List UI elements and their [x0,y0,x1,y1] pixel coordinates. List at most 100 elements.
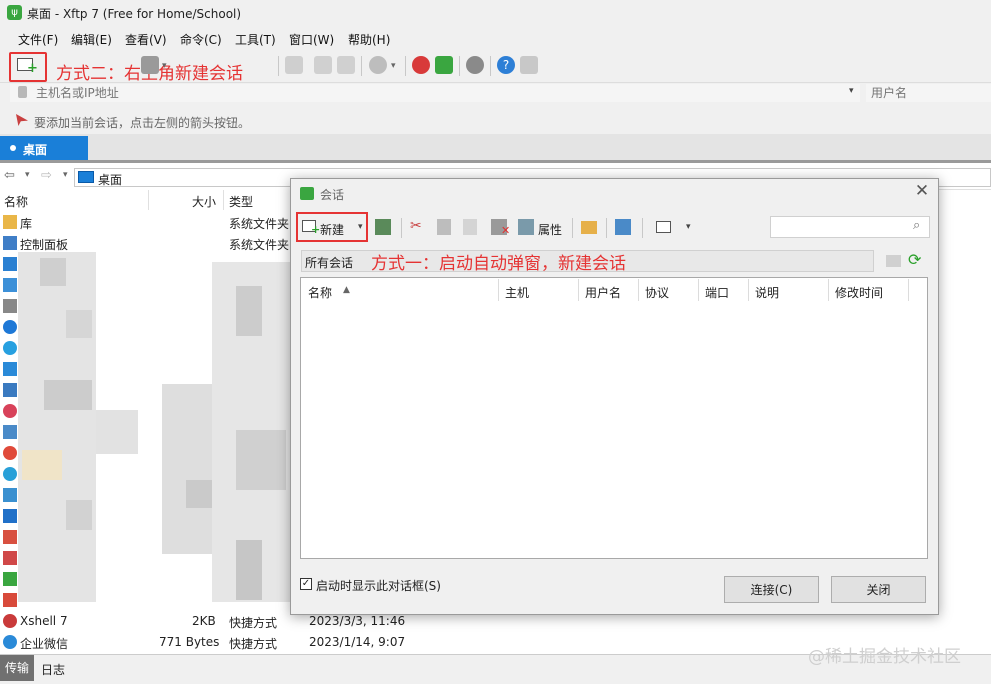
chevron-down-icon[interactable]: ▾ [391,61,396,71]
lock-icon [18,86,27,98]
redacted-block [236,286,262,336]
properties-icon[interactable] [518,219,534,235]
menu-tools[interactable]: 工具(T) [235,31,276,48]
session-search-input[interactable] [770,216,930,238]
app-icon [3,488,17,502]
col-header-name[interactable]: 名称 [4,193,28,210]
menu-command[interactable]: 命令(C) [180,31,222,48]
redacted-block [44,380,92,410]
chevron-down-icon[interactable]: ▾ [25,170,30,180]
help-icon[interactable]: ? [497,56,515,74]
col-header-type[interactable]: 类型 [229,193,253,210]
paste-icon[interactable] [337,56,355,74]
copy-icon[interactable] [314,56,332,74]
toolbar-separator [401,218,402,238]
connect-button[interactable]: 连接(C) [724,576,819,603]
column-divider [908,279,909,301]
tab-transfer[interactable]: 传输 [0,655,34,681]
show-on-startup-label: 启动时显示此对话框(S) [316,579,441,593]
tab-desktop-label: 桌面 [23,143,48,157]
session-list[interactable] [300,277,928,559]
file-size: 771 Bytes [159,635,220,649]
view-icon[interactable] [656,221,671,233]
cut-icon[interactable]: ✂ [410,218,422,234]
chevron-down-icon[interactable]: ▾ [358,222,363,232]
tab-strip [0,134,991,163]
toolbar-separator [405,56,406,76]
file-date: 2023/3/3, 11:46 [309,614,406,628]
app-icon [3,446,17,460]
col-header-port[interactable]: 端口 [705,284,729,301]
all-sessions-label[interactable]: 所有会话 [305,254,353,271]
redacted-area [18,252,96,602]
show-on-startup-checkbox[interactable]: ✓ [300,578,312,590]
xftp-icon[interactable] [435,56,453,74]
chevron-down-icon[interactable]: ▾ [162,61,167,71]
col-header-size[interactable]: 大小 [192,193,216,210]
paste-icon[interactable] [463,219,477,235]
chevron-down-icon[interactable]: ▾ [686,222,691,232]
back-arrow-icon[interactable]: ⇦ [4,168,15,183]
window-title: 桌面 - Xftp 7 (Free for Home/School) [27,7,242,21]
col-header-protocol[interactable]: 协议 [645,284,669,301]
col-header-username[interactable]: 用户名 [585,284,621,301]
app-icon [3,593,17,607]
cloud-icon [3,320,17,334]
hint-text: 要添加当前会话，点击左侧的箭头按钮。 [34,116,251,130]
column-divider [148,190,149,210]
menu-window[interactable]: 窗口(W) [289,31,334,48]
file-name: 库 [20,217,33,231]
menu-edit[interactable]: 编辑(E) [71,31,112,48]
globe-icon[interactable] [369,56,387,74]
forward-arrow-icon[interactable]: ⇨ [41,168,52,183]
col-header-name[interactable]: 名称 [308,284,332,301]
col-header-modified[interactable]: 修改时间 [835,284,883,301]
control-panel-icon [3,236,17,250]
file-size: 2KB [192,614,216,628]
redacted-block [162,384,212,554]
cloud-icon [3,341,17,355]
transfer-icon[interactable] [285,56,303,74]
app-icon [3,572,17,586]
menu-help[interactable]: 帮助(H) [348,31,390,48]
folder-icon[interactable] [581,221,597,234]
menu-view[interactable]: 查看(V) [125,31,167,48]
redacted-block [236,430,286,490]
chat-icon[interactable] [520,56,538,74]
xshell-icon[interactable] [412,56,430,74]
copy-icon[interactable] [437,219,451,235]
app-icon [3,383,17,397]
search-icon[interactable]: ⌕ [913,218,920,233]
close-button[interactable]: 关闭 [831,576,926,603]
shortcut-icon[interactable] [615,219,631,235]
menu-file[interactable]: 文件(F) [18,31,58,48]
save-session-icon[interactable] [375,219,391,235]
tab-log[interactable]: 日志 [41,661,65,678]
chevron-down-icon[interactable]: ▾ [63,170,68,180]
plus-icon: + [311,223,321,236]
refresh-icon[interactable]: ⟳ [908,250,921,269]
username-input[interactable] [866,84,991,102]
column-divider [578,279,579,301]
toolbar-separator [642,218,643,238]
chevron-down-icon[interactable]: ▾ [849,86,854,96]
redacted-block [40,258,66,286]
dialog-properties-label[interactable]: 属性 [538,221,562,238]
gear-icon[interactable] [466,56,484,74]
dialog-new-label: 新建 [320,223,345,237]
toolbar-separator [572,218,573,238]
toolbar-separator [459,56,460,76]
app-icon [3,425,17,439]
column-divider [223,190,224,210]
open-folder-icon[interactable] [141,56,159,74]
watermark: @稀土掘金技术社区 [808,647,961,667]
wecom-icon [3,635,17,649]
col-header-description[interactable]: 说明 [755,284,779,301]
host-input[interactable] [10,84,860,102]
file-type: 系统文件夹 [229,238,290,252]
close-icon[interactable]: ✕ [912,181,932,203]
col-header-host[interactable]: 主机 [505,284,529,301]
annotation-method-one: 方式一：启动自动弹窗，新建会话 [371,254,626,274]
app-icon [3,362,17,376]
up-folder-icon[interactable] [886,255,901,267]
